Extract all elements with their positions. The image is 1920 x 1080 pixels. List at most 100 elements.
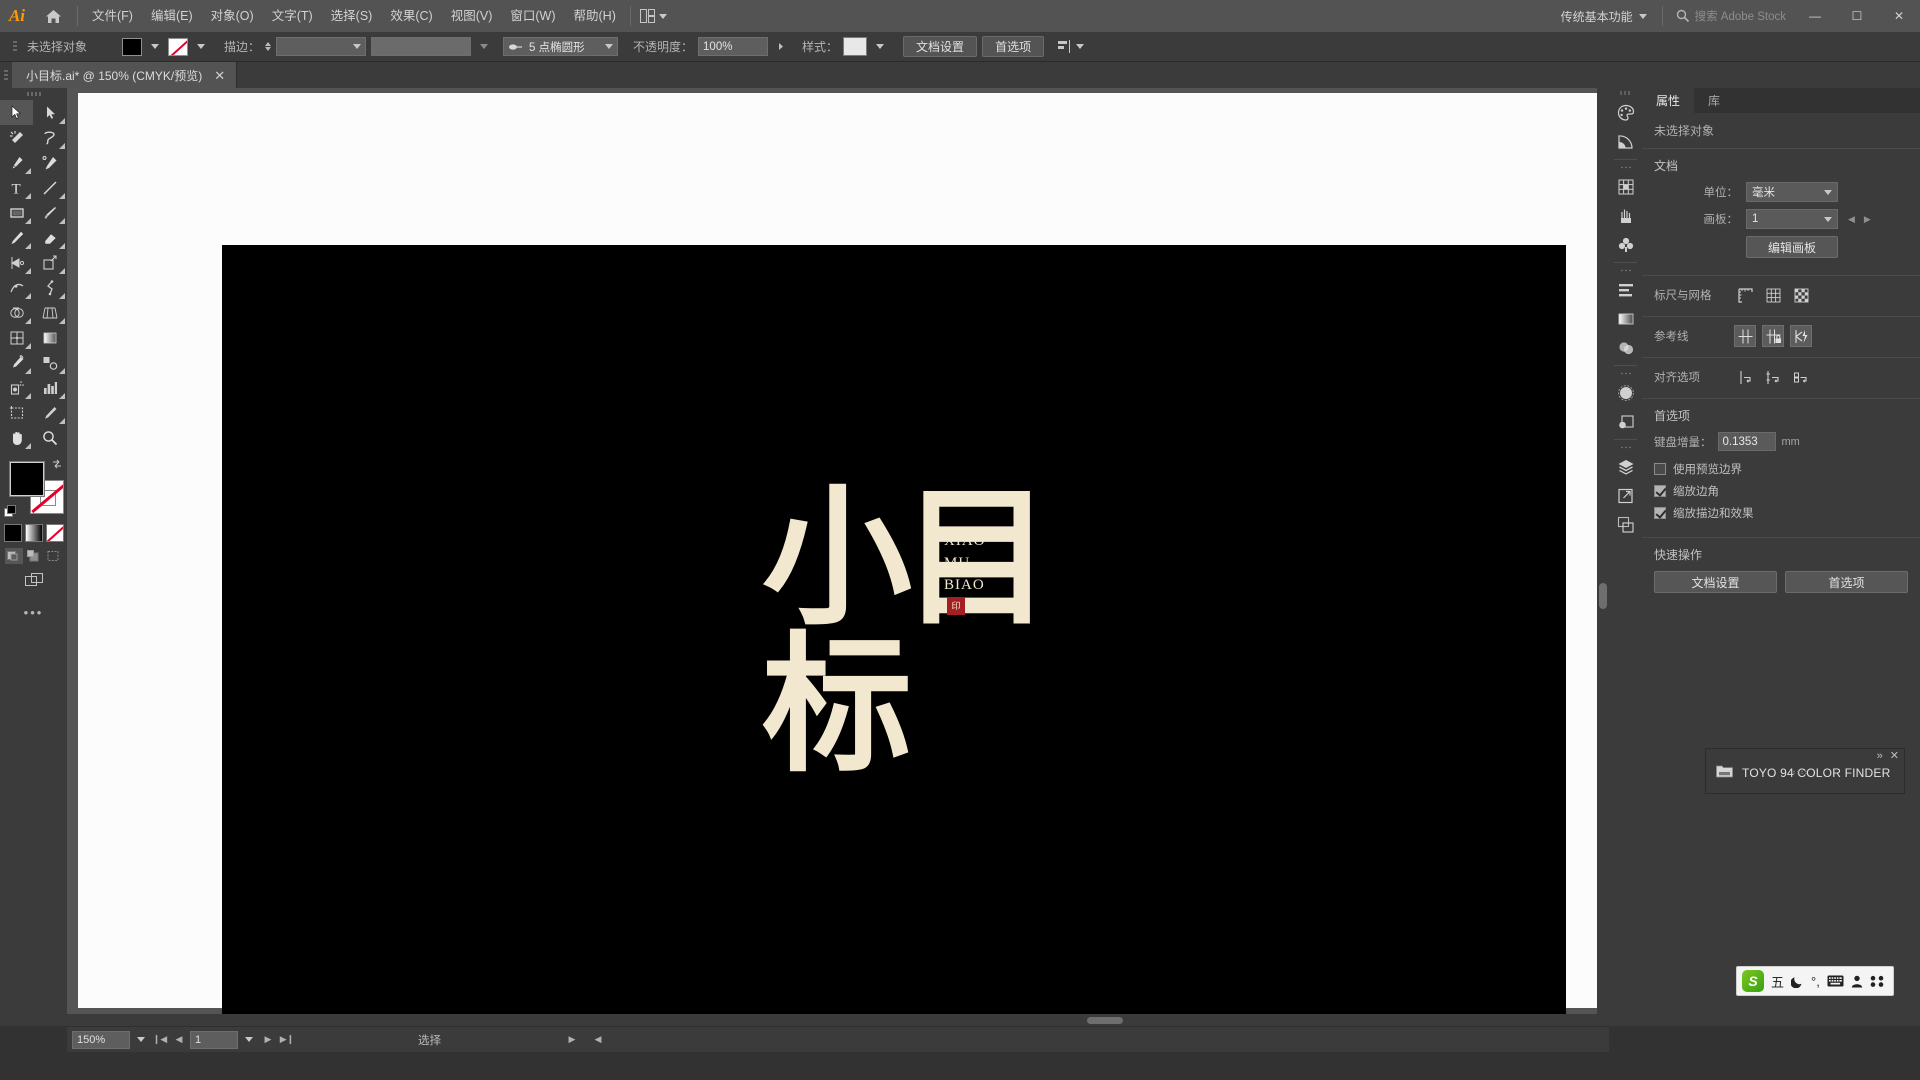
width-tool[interactable]	[0, 275, 33, 300]
dock-grip-4[interactable]	[1609, 369, 1642, 378]
color-swatch-mode[interactable]	[3, 524, 22, 542]
appearance-panel-icon[interactable]	[1609, 378, 1642, 407]
column-graph-tool[interactable]	[34, 375, 67, 400]
menu-object[interactable]: 对象(O)	[202, 0, 263, 32]
stroke-weight-stepper[interactable]	[265, 42, 272, 51]
status-flyout-icon[interactable]: ▶	[564, 1031, 580, 1049]
show-guides-icon[interactable]	[1734, 325, 1756, 347]
artwork-group[interactable]: 小目标 XIAO MU BIAO 印	[762, 483, 1052, 815]
toolbar-edit-more[interactable]: •••	[0, 605, 67, 620]
paintbrush-tool[interactable]	[34, 200, 67, 225]
prev-artboard-button[interactable]: ◀	[171, 1031, 187, 1049]
fill-color-swatch[interactable]	[9, 461, 45, 497]
fill-swatch[interactable]	[122, 37, 142, 56]
snap-to-grid-icon[interactable]	[1762, 366, 1784, 388]
stroke-dropdown[interactable]	[193, 38, 209, 56]
menu-file[interactable]: 文件(F)	[83, 0, 142, 32]
artboard-select[interactable]: 1	[1746, 209, 1838, 229]
menu-type[interactable]: 文字(T)	[263, 0, 322, 32]
swatches-panel-icon[interactable]	[1609, 172, 1642, 201]
stroke-weight-select[interactable]	[276, 37, 367, 56]
rulers-icon[interactable]	[1734, 284, 1756, 306]
ime-moon-icon[interactable]	[1791, 975, 1804, 988]
curvature-tool[interactable]	[34, 150, 67, 175]
color-panel-icon[interactable]	[1609, 98, 1642, 127]
use-preview-bounds-checkbox[interactable]: 使用预览边界	[1654, 461, 1908, 477]
stroke-profile-dropdown[interactable]	[476, 38, 492, 56]
close-button[interactable]: ✕	[1878, 0, 1920, 32]
quick-preferences-button[interactable]: 首选项	[1785, 571, 1908, 593]
tab-properties[interactable]: 属性	[1642, 88, 1695, 113]
zoom-tool[interactable]	[34, 425, 67, 450]
brushes-panel-icon[interactable]	[1609, 201, 1642, 230]
graphic-styles-icon[interactable]	[1609, 407, 1642, 436]
doc-setup-button[interactable]: 文档设置	[903, 36, 978, 57]
canvas-vertical-scroll-thumb[interactable]	[1599, 583, 1607, 609]
free-transform-tool[interactable]	[34, 275, 67, 300]
menu-effect[interactable]: 效果(C)	[381, 0, 441, 32]
workspace-switcher[interactable]: 传统基本功能	[1551, 5, 1657, 27]
eyedropper-tool[interactable]	[0, 350, 33, 375]
snap-to-pixel-icon[interactable]	[1790, 366, 1812, 388]
canvas-vertical-scrollbar[interactable]	[1597, 88, 1609, 1026]
unit-select[interactable]: 毫米	[1746, 182, 1838, 202]
perspective-grid-tool[interactable]	[34, 300, 67, 325]
line-segment-tool[interactable]	[34, 175, 67, 200]
selection-tool[interactable]	[0, 100, 33, 125]
arrange-documents-group[interactable]	[636, 9, 667, 23]
fill-dropdown[interactable]	[147, 38, 163, 56]
maximize-button[interactable]: ☐	[1836, 0, 1878, 32]
blend-tool[interactable]	[34, 350, 67, 375]
edit-artboards-button[interactable]: 编辑画板	[1746, 236, 1838, 258]
close-icon[interactable]: ✕	[214, 69, 225, 82]
artboard-number-input[interactable]: 1	[190, 1030, 238, 1049]
prev-artboard-icon[interactable]: ◀	[1848, 214, 1855, 225]
direct-selection-tool[interactable]	[34, 100, 67, 125]
default-fill-stroke-icon[interactable]	[4, 505, 17, 518]
collapse-icon[interactable]: »	[1877, 750, 1883, 762]
brush-definition-select[interactable]: 5 点椭圆形	[503, 37, 619, 56]
pencil-tool[interactable]	[0, 225, 33, 250]
align-panel-icon[interactable]	[1609, 275, 1642, 304]
slice-tool[interactable]	[34, 400, 67, 425]
dock-grip-2[interactable]	[1609, 163, 1642, 172]
rectangle-tool[interactable]	[0, 200, 33, 225]
export-panel-icon[interactable]	[1609, 481, 1642, 510]
pen-tool[interactable]	[0, 150, 33, 175]
grid-icon[interactable]	[1762, 284, 1784, 306]
style-dropdown[interactable]	[872, 38, 888, 56]
document-tab[interactable]: 小目标.ai* @ 150% (CMYK/预览) ✕	[12, 62, 238, 88]
swap-fill-stroke-icon[interactable]	[51, 458, 63, 470]
toolbar-grip[interactable]	[0, 88, 67, 100]
ime-apps-icon[interactable]	[1870, 975, 1884, 988]
hand-tool[interactable]	[0, 425, 33, 450]
preferences-button[interactable]: 首选项	[982, 36, 1045, 57]
ime-user-icon[interactable]	[1851, 975, 1863, 988]
zoom-level-input[interactable]: 150%	[72, 1030, 130, 1049]
search-adobe-stock[interactable]: 搜索 Adobe Stock	[1668, 5, 1794, 27]
symbol-sprayer-tool[interactable]	[0, 375, 33, 400]
ime-keyboard-icon[interactable]	[1827, 975, 1844, 987]
first-artboard-button[interactable]: ❙◀	[152, 1031, 168, 1049]
opacity-flyout[interactable]	[773, 38, 789, 56]
canvas-horizontal-scroll-thumb[interactable]	[1087, 1017, 1123, 1024]
menu-window[interactable]: 窗口(W)	[501, 0, 564, 32]
eraser-tool[interactable]	[34, 225, 67, 250]
canvas-horizontal-scrollbar[interactable]	[67, 1014, 1609, 1026]
artboard-dropdown-icon[interactable]	[241, 1031, 257, 1049]
magic-wand-tool[interactable]	[0, 125, 33, 150]
draw-inside-mode[interactable]	[45, 548, 63, 564]
gradient-panel-icon[interactable]	[1609, 304, 1642, 333]
scale-corners-checkbox[interactable]: 缩放边角	[1654, 483, 1908, 499]
screen-mode-icon[interactable]	[22, 571, 46, 591]
tab-bar-grip[interactable]	[0, 62, 12, 88]
close-icon[interactable]: ✕	[1890, 749, 1899, 762]
lasso-tool[interactable]	[34, 125, 67, 150]
sogou-logo-icon[interactable]: S	[1742, 970, 1764, 992]
artboard-tool[interactable]	[0, 400, 33, 425]
snap-to-point-icon[interactable]	[1734, 366, 1756, 388]
type-tool[interactable]: T	[0, 175, 33, 200]
menu-help[interactable]: 帮助(H)	[565, 0, 625, 32]
next-artboard-button[interactable]: ▶	[260, 1031, 276, 1049]
ime-punctuation-icon[interactable]: °,	[1811, 974, 1820, 989]
